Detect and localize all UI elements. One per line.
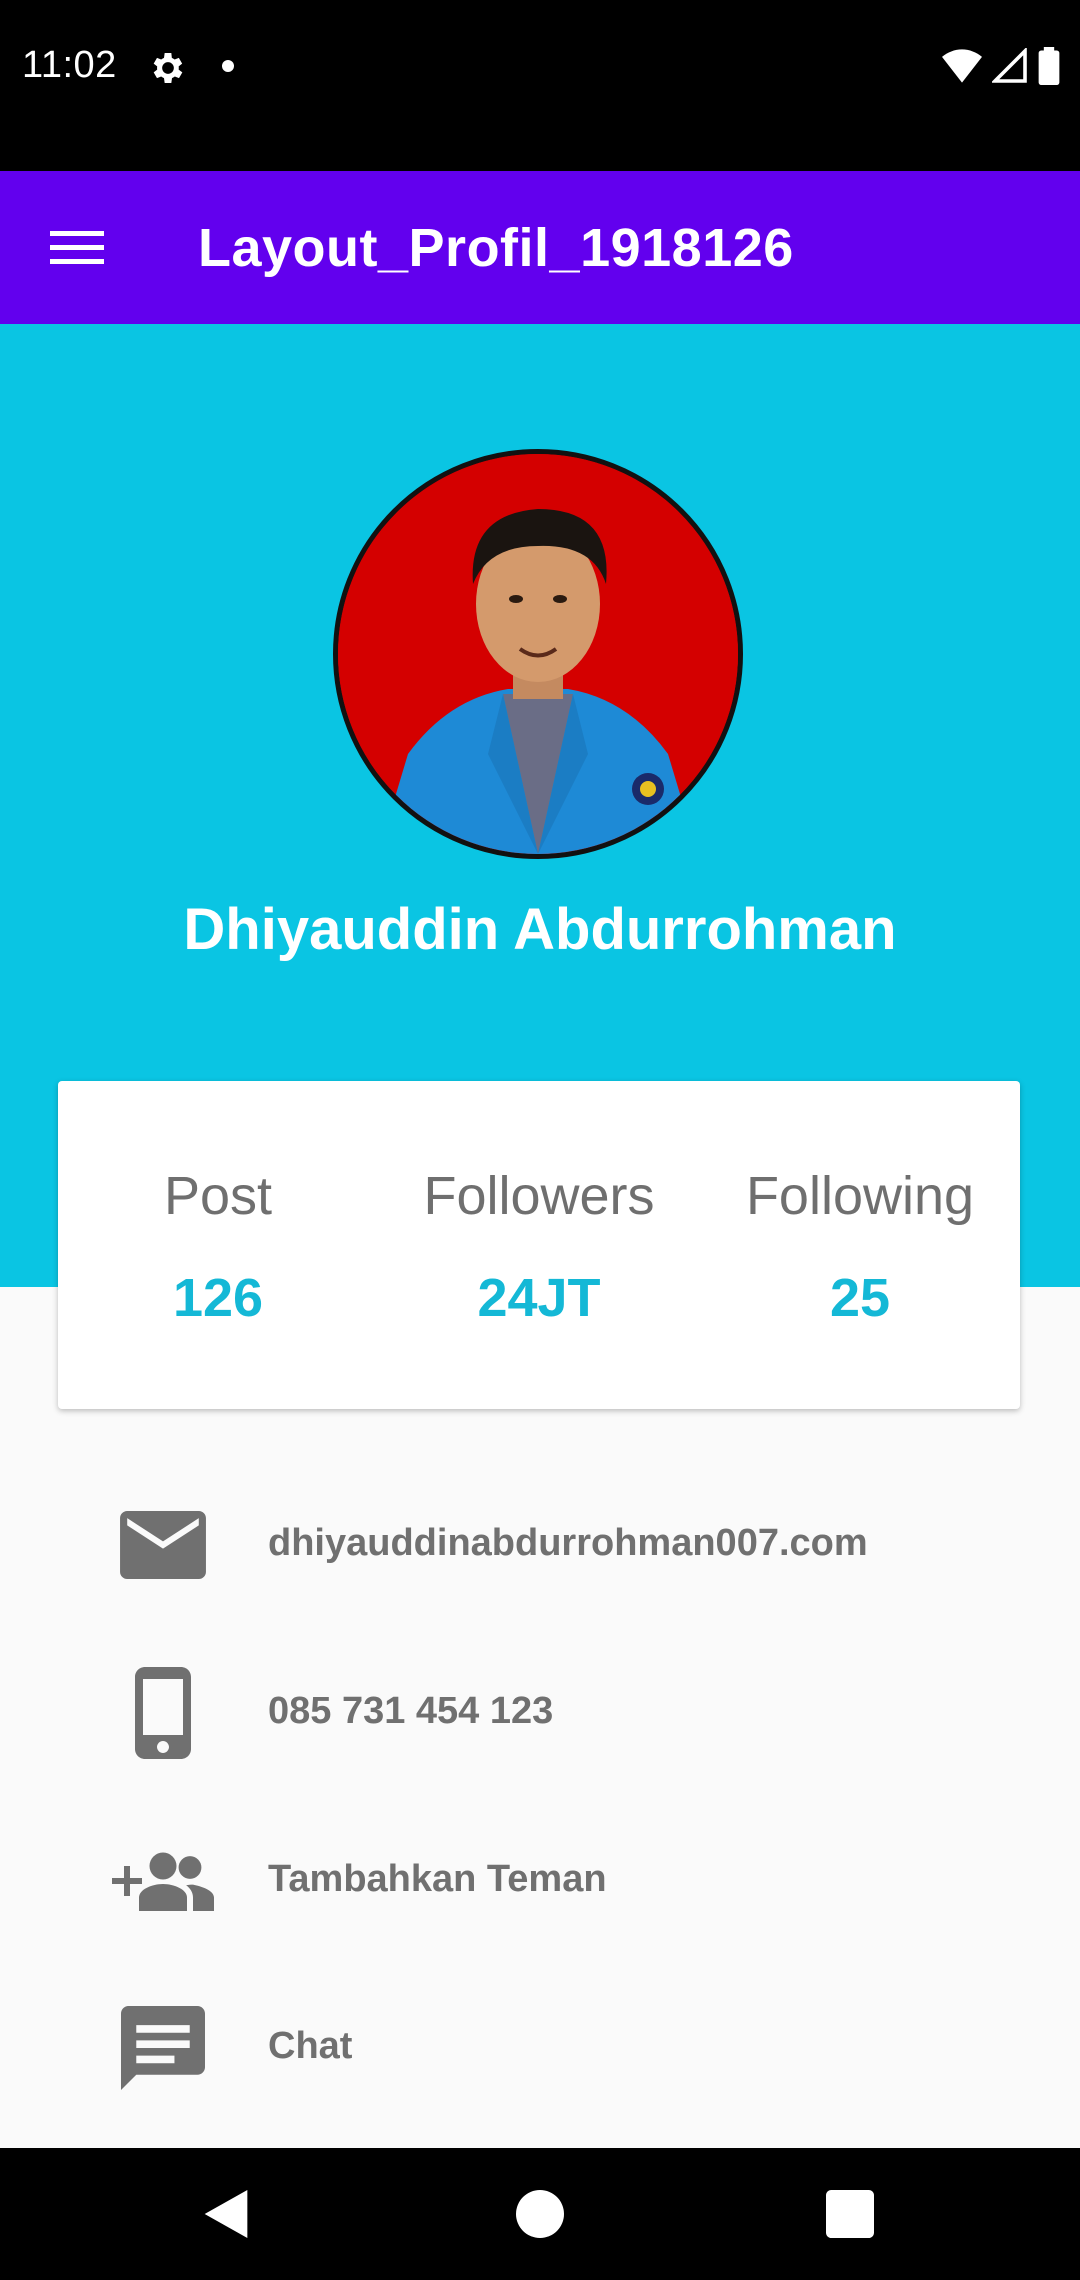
battery-icon — [1038, 47, 1060, 85]
home-icon[interactable] — [508, 2182, 572, 2246]
back-icon[interactable] — [194, 2182, 258, 2246]
stat-value: 126 — [172, 1268, 264, 1328]
stat-followers[interactable]: Followers 24JT — [379, 1081, 699, 1409]
stat-following[interactable]: Following 25 — [700, 1081, 1020, 1409]
info-row-add-friend[interactable]: Tambahkan Teman — [0, 1826, 1080, 1936]
info-row-phone[interactable]: 085 731 454 123 — [0, 1658, 1080, 1768]
add-friend-icon — [110, 1826, 216, 1936]
app-bar: Layout_Profil_1918126 — [0, 171, 1080, 324]
profile-photo — [338, 454, 738, 854]
status-bar: 11:02 — [0, 0, 1080, 171]
stat-label: Following — [745, 1166, 975, 1226]
gear-icon — [153, 53, 183, 83]
email-text: dhiyauddinabdurrohman007.com — [268, 1522, 868, 1564]
avatar — [333, 449, 743, 859]
wifi-icon — [942, 49, 982, 83]
stat-value: 25 — [829, 1268, 891, 1328]
stat-value: 24JT — [477, 1268, 601, 1328]
notification-dot-icon — [222, 60, 234, 72]
status-time: 11:02 — [22, 44, 117, 86]
recents-icon[interactable] — [818, 2182, 882, 2246]
app-title: Layout_Profil_1918126 — [198, 218, 794, 278]
phone-icon — [110, 1658, 216, 1768]
phone-text: 085 731 454 123 — [268, 1690, 554, 1732]
stats-card: Post 126 Followers 24JT Following 25 — [58, 1081, 1020, 1409]
chat-text: Chat — [268, 2025, 353, 2067]
system-nav-bar — [0, 2148, 1080, 2280]
cell-signal-icon — [992, 48, 1027, 83]
stat-post[interactable]: Post 126 — [58, 1081, 378, 1409]
info-row-chat[interactable]: Chat — [0, 1993, 1080, 2103]
stat-label: Post — [163, 1166, 273, 1226]
chat-icon — [110, 1993, 216, 2103]
status-icons — [942, 46, 1060, 86]
hamburger-menu-icon[interactable] — [50, 227, 104, 267]
profile-name: Dhiyauddin Abdurrohman — [183, 897, 897, 962]
stat-label: Followers — [423, 1166, 655, 1226]
add-friend-text: Tambahkan Teman — [268, 1858, 607, 1900]
email-icon — [110, 1490, 216, 1600]
info-row-email[interactable]: dhiyauddinabdurrohman007.com — [0, 1490, 1080, 1600]
